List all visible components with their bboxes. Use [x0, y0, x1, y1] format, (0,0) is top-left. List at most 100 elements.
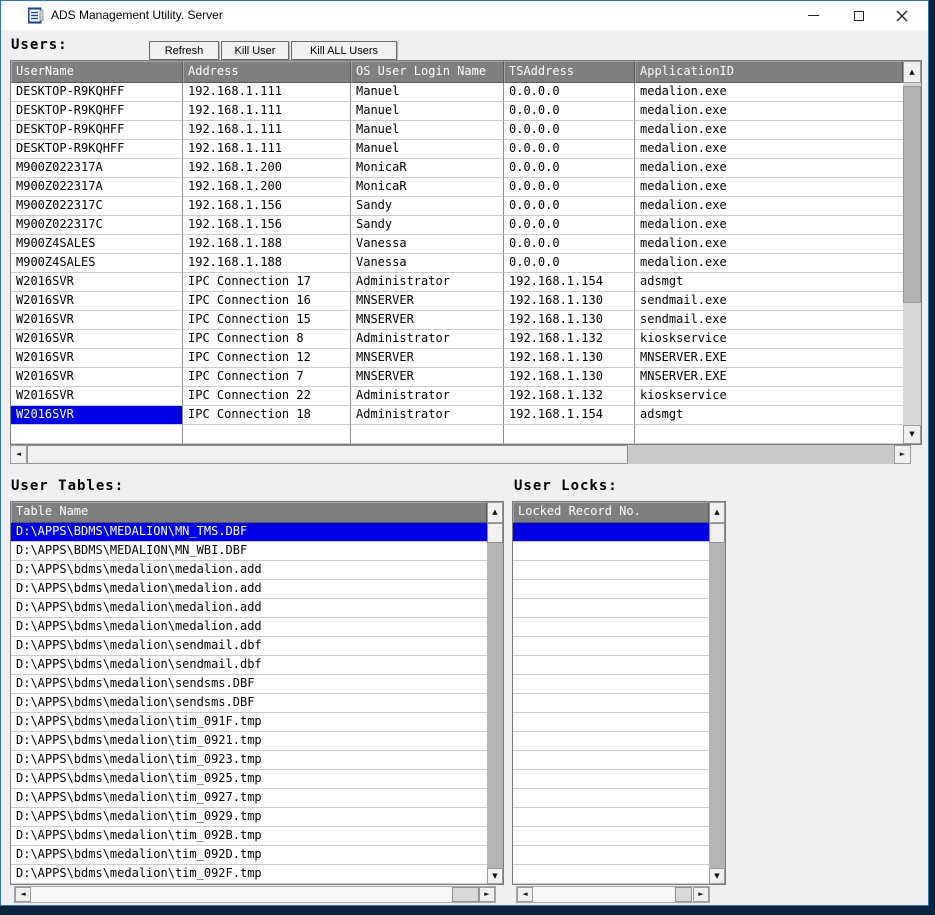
- cell[interactable]: 0.0.0.0: [504, 159, 635, 178]
- cell[interactable]: Manuel: [351, 121, 504, 140]
- cell[interactable]: D:\APPS\BDMS\MEDALION\MN_TMS.DBF: [11, 523, 487, 542]
- cell[interactable]: medalion.exe: [635, 216, 903, 235]
- table-row[interactable]: W2016SVRIPC Connection 17Administrator19…: [11, 273, 921, 292]
- cell[interactable]: Administrator: [351, 330, 504, 349]
- cell[interactable]: [513, 675, 709, 694]
- app-icon[interactable]: [28, 7, 45, 24]
- cell[interactable]: 192.168.1.130: [504, 349, 635, 368]
- cell[interactable]: 192.168.1.130: [504, 292, 635, 311]
- table-row[interactable]: [513, 865, 725, 884]
- table-row[interactable]: [513, 599, 725, 618]
- scroll-down-button[interactable]: [487, 868, 503, 884]
- user-tables-vertical-scrollbar[interactable]: [487, 502, 503, 884]
- table-row[interactable]: [513, 846, 725, 865]
- table-row[interactable]: [513, 675, 725, 694]
- scroll-thumb[interactable]: [487, 523, 503, 543]
- cell[interactable]: medalion.exe: [635, 235, 903, 254]
- cell[interactable]: medalion.exe: [635, 83, 903, 102]
- cell[interactable]: [513, 770, 709, 789]
- table-row[interactable]: D:\APPS\bdms\medalion\sendmail.dbf: [11, 656, 503, 675]
- table-row[interactable]: [513, 713, 725, 732]
- cell[interactable]: D:\APPS\bdms\medalion\sendsms.DBF: [11, 694, 487, 713]
- table-row[interactable]: [513, 637, 725, 656]
- table-row[interactable]: D:\APPS\bdms\medalion\tim_091F.tmp: [11, 713, 503, 732]
- cell[interactable]: [11, 425, 183, 444]
- cell[interactable]: DESKTOP-R9KQHFF: [11, 83, 183, 102]
- cell[interactable]: sendmail.exe: [635, 311, 903, 330]
- cell[interactable]: 192.168.1.132: [504, 387, 635, 406]
- cell[interactable]: IPC Connection 17: [183, 273, 351, 292]
- scroll-thumb[interactable]: [903, 86, 921, 303]
- table-row[interactable]: [513, 523, 725, 542]
- table-row[interactable]: W2016SVRIPC Connection 15MNSERVER192.168…: [11, 311, 921, 330]
- cell[interactable]: D:\APPS\bdms\medalion\tim_092B.tmp: [11, 827, 487, 846]
- table-row[interactable]: [513, 732, 725, 751]
- cell[interactable]: D:\APPS\bdms\medalion\tim_092F.tmp: [11, 865, 487, 884]
- cell[interactable]: 192.168.1.130: [504, 311, 635, 330]
- cell[interactable]: M900Z022317A: [11, 178, 183, 197]
- scroll-up-button[interactable]: [709, 502, 725, 523]
- cell[interactable]: medalion.exe: [635, 159, 903, 178]
- cell[interactable]: D:\APPS\bdms\medalion\tim_0929.tmp: [11, 808, 487, 827]
- table-row[interactable]: M900Z022317C192.168.1.156Sandy0.0.0.0med…: [11, 216, 921, 235]
- cell[interactable]: [513, 523, 709, 542]
- cell[interactable]: [513, 561, 709, 580]
- table-row[interactable]: D:\APPS\bdms\medalion\tim_092F.tmp: [11, 865, 503, 884]
- cell[interactable]: Manuel: [351, 102, 504, 121]
- table-row[interactable]: [513, 618, 725, 637]
- table-row[interactable]: [513, 808, 725, 827]
- table-row[interactable]: DESKTOP-R9KQHFF192.168.1.111Manuel0.0.0.…: [11, 140, 921, 159]
- cell[interactable]: 0.0.0.0: [504, 102, 635, 121]
- cell[interactable]: W2016SVR: [11, 330, 183, 349]
- cell[interactable]: Vanessa: [351, 235, 504, 254]
- cell[interactable]: IPC Connection 16: [183, 292, 351, 311]
- cell[interactable]: Vanessa: [351, 254, 504, 273]
- cell[interactable]: kioskservice: [635, 387, 903, 406]
- cell[interactable]: 0.0.0.0: [504, 83, 635, 102]
- cell[interactable]: 0.0.0.0: [504, 140, 635, 159]
- scroll-up-button[interactable]: [487, 502, 503, 523]
- cell[interactable]: [513, 827, 709, 846]
- cell[interactable]: [513, 542, 709, 561]
- cell[interactable]: W2016SVR: [11, 273, 183, 292]
- cell[interactable]: Manuel: [351, 83, 504, 102]
- table-row[interactable]: D:\APPS\bdms\medalion\tim_0921.tmp: [11, 732, 503, 751]
- cell[interactable]: adsmgt: [635, 273, 903, 292]
- scroll-right-button[interactable]: [894, 445, 911, 464]
- scroll-thumb[interactable]: [675, 887, 692, 902]
- cell[interactable]: [513, 865, 709, 884]
- cell[interactable]: Administrator: [351, 273, 504, 292]
- table-row[interactable]: D:\APPS\bdms\medalion\tim_0923.tmp: [11, 751, 503, 770]
- cell[interactable]: [513, 599, 709, 618]
- scroll-left-button[interactable]: [15, 887, 31, 902]
- users-horizontal-scrollbar[interactable]: [10, 445, 911, 464]
- cell[interactable]: 192.168.1.111: [183, 121, 351, 140]
- scroll-up-button[interactable]: [903, 61, 921, 83]
- cell[interactable]: D:\APPS\bdms\medalion\sendmail.dbf: [11, 656, 487, 675]
- table-row[interactable]: D:\APPS\bdms\medalion\tim_0929.tmp: [11, 808, 503, 827]
- cell[interactable]: [513, 656, 709, 675]
- table-row[interactable]: W2016SVRIPC Connection 7MNSERVER192.168.…: [11, 368, 921, 387]
- scroll-left-button[interactable]: [517, 887, 533, 902]
- cell[interactable]: 0.0.0.0: [504, 121, 635, 140]
- cell[interactable]: medalion.exe: [635, 197, 903, 216]
- cell[interactable]: M900Z4SALES: [11, 254, 183, 273]
- cell[interactable]: D:\APPS\bdms\medalion\tim_092D.tmp: [11, 846, 487, 865]
- cell[interactable]: Sandy: [351, 216, 504, 235]
- cell[interactable]: D:\APPS\bdms\medalion\medalion.add: [11, 561, 487, 580]
- cell[interactable]: W2016SVR: [11, 311, 183, 330]
- table-row[interactable]: W2016SVRIPC Connection 16MNSERVER192.168…: [11, 292, 921, 311]
- cell[interactable]: 192.168.1.111: [183, 102, 351, 121]
- cell[interactable]: W2016SVR: [11, 406, 183, 425]
- table-row[interactable]: M900Z022317A192.168.1.200MonicaR0.0.0.0m…: [11, 159, 921, 178]
- table-row[interactable]: M900Z4SALES192.168.1.188Vanessa0.0.0.0me…: [11, 254, 921, 273]
- table-row[interactable]: [513, 827, 725, 846]
- cell[interactable]: M900Z022317C: [11, 197, 183, 216]
- cell[interactable]: medalion.exe: [635, 102, 903, 121]
- table-row[interactable]: DESKTOP-R9KQHFF192.168.1.111Manuel0.0.0.…: [11, 102, 921, 121]
- cell[interactable]: D:\APPS\bdms\medalion\tim_0925.tmp: [11, 770, 487, 789]
- table-row[interactable]: DESKTOP-R9KQHFF192.168.1.111Manuel0.0.0.…: [11, 121, 921, 140]
- cell[interactable]: [513, 637, 709, 656]
- cell[interactable]: W2016SVR: [11, 292, 183, 311]
- table-row[interactable]: D:\APPS\bdms\medalion\sendmail.dbf: [11, 637, 503, 656]
